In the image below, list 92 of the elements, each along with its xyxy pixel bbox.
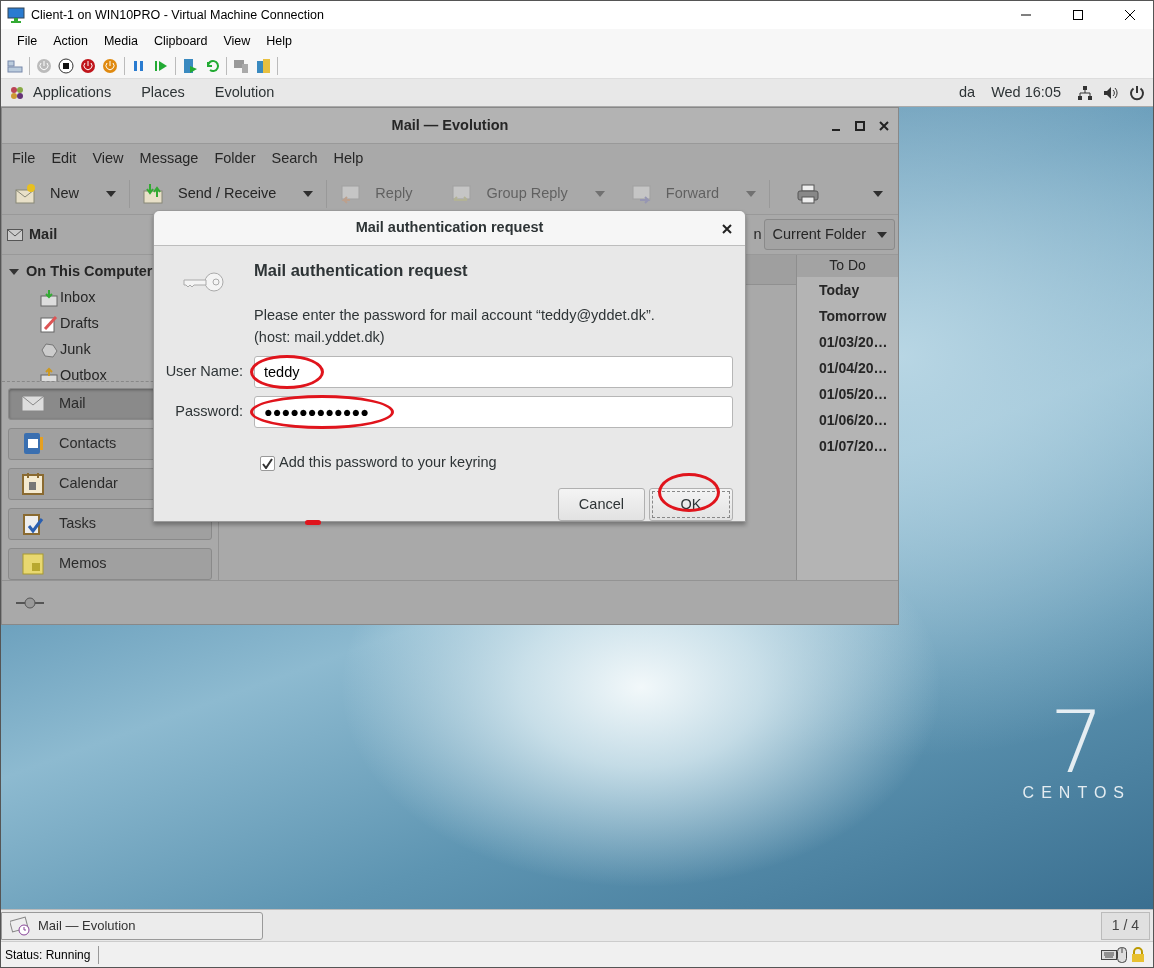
mouse-icon xyxy=(1117,946,1127,963)
envelope-arrows-icon xyxy=(142,183,164,205)
todo-header: To Do xyxy=(797,255,898,277)
top-bar-menu[interactable]: Places xyxy=(141,81,185,104)
toolbar-button[interactable]: New xyxy=(2,178,105,210)
todo-date: 01/03/20… xyxy=(818,332,889,352)
connection-plug-icon[interactable] xyxy=(16,596,44,609)
user-menu[interactable]: da xyxy=(959,81,976,104)
dialog-heading: Mail authentication request xyxy=(254,260,469,281)
close-icon[interactable] xyxy=(878,120,890,132)
username-field[interactable]: teddy xyxy=(254,356,733,389)
menu-item[interactable]: Help xyxy=(258,31,301,51)
todo-date: 01/05/20… xyxy=(818,384,889,404)
search-label: n xyxy=(753,224,762,244)
taskbar-window-button[interactable]: Mail — Evolution xyxy=(1,911,263,940)
clipboard-icon[interactable] xyxy=(255,57,271,74)
field-label: User Name: xyxy=(164,362,244,382)
password-field[interactable]: ●●●●●●●●●●●● xyxy=(254,396,733,429)
clipboard-check-icon xyxy=(21,512,45,536)
todo-date: 01/07/20… xyxy=(818,436,889,456)
account-message: Please enter the password for mail account “teddy@yddet.dk”. xyxy=(254,305,656,325)
dialog-title: Mail authentication request xyxy=(355,218,544,238)
caret-icon[interactable] xyxy=(872,190,884,198)
menu-item[interactable]: View xyxy=(84,148,132,170)
todo-date: 01/04/20… xyxy=(818,358,889,378)
menu-item[interactable]: File xyxy=(9,31,46,51)
close-icon xyxy=(1125,10,1135,20)
ok-button[interactable]: OK xyxy=(649,488,733,521)
keyboard-icon xyxy=(1101,948,1117,961)
mailbox-name[interactable]: Drafts xyxy=(60,313,99,335)
status-text: Status: Running xyxy=(1,945,100,964)
undo-icon[interactable] xyxy=(204,57,220,74)
mailbox-name[interactable]: Inbox xyxy=(60,287,96,309)
menu-item[interactable]: Clipboard xyxy=(145,31,216,51)
todo-date: Tomorrow xyxy=(818,306,888,326)
maximize-icon xyxy=(1073,10,1083,20)
envelope-icon xyxy=(7,228,23,241)
menu-item[interactable]: Message xyxy=(131,148,207,170)
top-bar-menu[interactable]: Applications xyxy=(33,81,112,104)
caret-icon[interactable] xyxy=(302,190,315,198)
workspace-indicator[interactable]: 1 / 4 xyxy=(1100,911,1150,940)
sidebar-switcher-button[interactable]: Memos xyxy=(8,548,212,580)
clock[interactable]: Wed 16:05 xyxy=(991,81,1061,104)
inbox-icon xyxy=(40,289,58,307)
window-title: Mail — Evolution xyxy=(391,115,509,135)
outbox-icon xyxy=(40,367,58,381)
centos-wordmark: CENTOS xyxy=(1022,783,1131,803)
todo-date: Today xyxy=(818,280,861,300)
menu-item[interactable]: Edit xyxy=(43,148,85,170)
caret-icon[interactable] xyxy=(105,190,117,198)
mailbox-name[interactable]: Outbox xyxy=(60,365,107,381)
network-icon[interactable] xyxy=(1077,84,1093,101)
envelope-clock-icon xyxy=(10,915,30,936)
menu-item[interactable]: Search xyxy=(263,148,326,170)
power-icon[interactable] xyxy=(80,57,96,74)
note-icon xyxy=(21,552,45,576)
window-title: Client-1 on WIN10PRO - Virtual Machine Connection xyxy=(31,6,325,24)
power-icon[interactable] xyxy=(1129,84,1145,101)
sidebar-title: Mail xyxy=(29,224,58,244)
host-text: (host: mail.yddet.dk) xyxy=(254,327,386,347)
gnome-foot-icon xyxy=(9,84,25,101)
menu-item[interactable]: View xyxy=(215,31,259,51)
caret-icon xyxy=(876,230,888,239)
annotation-dash xyxy=(305,520,321,525)
mailbox-name[interactable]: Junk xyxy=(60,339,91,361)
todo-date: 01/06/20… xyxy=(818,410,889,430)
toolbar-button[interactable]: Send / Receive xyxy=(130,178,303,210)
menu-item[interactable]: Action xyxy=(45,31,96,51)
menu-item[interactable]: Help xyxy=(325,148,372,170)
envelope-star-icon xyxy=(14,183,36,205)
calendar-icon xyxy=(21,472,45,496)
maximize-icon[interactable] xyxy=(854,120,866,132)
search-scope-dropdown[interactable]: Current Folder xyxy=(763,219,895,250)
printer-icon[interactable] xyxy=(796,183,821,205)
key-icon xyxy=(182,272,226,294)
menu-item[interactable]: Media xyxy=(95,31,146,51)
keyring-checkbox[interactable] xyxy=(260,455,275,471)
cancel-button[interactable]: Cancel xyxy=(557,488,645,521)
centos-version-numeral: 7 xyxy=(1049,699,1105,785)
envelope-arrow-icon xyxy=(339,183,362,205)
folder-group[interactable]: On This Computer xyxy=(26,261,153,283)
top-bar-menu[interactable]: Evolution xyxy=(214,81,275,104)
notepad-pencil-icon xyxy=(40,315,58,333)
address-book-icon xyxy=(21,432,45,456)
menu-item[interactable]: Folder xyxy=(206,148,264,170)
checkbox-label[interactable]: Add this password to your keyring xyxy=(279,452,497,474)
checkmark-icon xyxy=(262,457,273,469)
lock-icon xyxy=(1131,946,1145,963)
monitor-icon xyxy=(7,7,25,23)
menu-item[interactable]: File xyxy=(4,148,44,170)
stop-icon[interactable] xyxy=(58,57,74,74)
close-icon[interactable] xyxy=(722,224,732,234)
